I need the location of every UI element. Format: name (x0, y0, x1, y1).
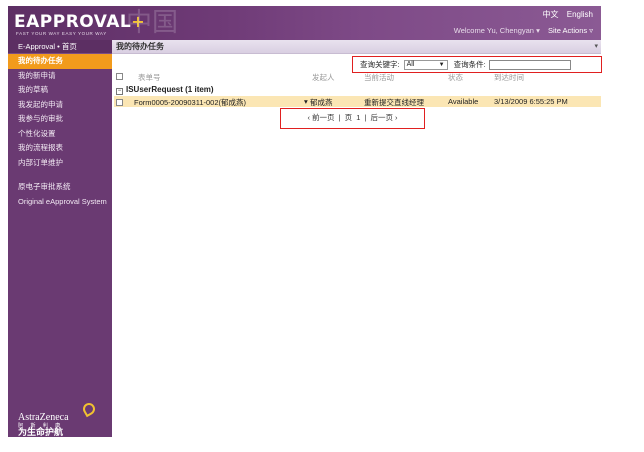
condition-label: 查询条件: (453, 60, 486, 69)
sidebar-item-personal-settings[interactable]: 个性化设置 (8, 127, 112, 142)
keyword-label: 查询关键字: (360, 60, 400, 69)
table-header: 表单号 发起人 当前活动 状态 到达时间 (114, 72, 599, 82)
keyword-select-value: All (406, 60, 415, 68)
sidebar: E-Approval • 首页 我的待办任务 我的新申请 我的草稿 我发起的申请… (8, 40, 112, 437)
row-initiator: 郁成燕 (310, 98, 333, 107)
pager-next-link[interactable]: 后一页 (371, 113, 394, 122)
sidebar-item-drafts[interactable]: 我的草稿 (8, 83, 112, 98)
pager-page-number: 1 (356, 113, 361, 122)
keyword-select[interactable]: All ▼ (403, 59, 448, 70)
main-content: 我的待办任务 ▾ 查询关键字: All ▼ 查询条件: 表单号 发起人 当前活动… (112, 40, 602, 437)
condition-input[interactable] (488, 59, 571, 70)
row-menu-arrow-icon[interactable]: ▾ (304, 97, 308, 106)
search-panel: 查询关键字: All ▼ 查询条件: (352, 56, 602, 73)
select-arrow-icon: ▼ (438, 61, 445, 68)
search-row: 查询关键字: All ▼ 查询条件: (360, 59, 571, 70)
sidebar-item-my-tasks[interactable]: 我的待办任务 (8, 54, 112, 69)
astrazeneca-swirl-icon (80, 400, 98, 418)
col-status[interactable]: 状态 (448, 72, 463, 83)
welcome-dropdown-icon[interactable]: ▾ (534, 26, 540, 35)
pager-prev-icon[interactable]: ‹ (307, 113, 310, 122)
sidebar-item-internal-orders[interactable]: 内部订单维护 (8, 156, 112, 171)
pager-page-label: 页 (344, 113, 353, 122)
group-label: ISUserRequest (1 item) (126, 85, 214, 94)
group-header[interactable]: − ISUserRequest (1 item) (116, 85, 214, 95)
col-activity[interactable]: 当前活动 (364, 72, 394, 83)
pager-separator: | (338, 113, 341, 122)
site-actions-chevron-icon: ▿ (587, 26, 593, 35)
lang-english-link[interactable]: English (567, 10, 593, 19)
logo-tagline: FAST YOUR WAY EASY YOUR WAY (16, 31, 107, 36)
pager-panel: ‹ 前一页 | 页 1 | 后一页 › (280, 108, 425, 129)
sidebar-item-legacy-en[interactable]: Original eApproval System (8, 195, 112, 210)
collapse-caret-icon[interactable]: ▾ (594, 40, 598, 54)
site-actions-label: Site Actions (547, 26, 588, 35)
col-form-no[interactable]: 表单号 (138, 72, 161, 83)
header-banner: EAPPROVAL+ FAST YOUR WAY EASY YOUR WAY 中… (8, 6, 601, 40)
welcome-user-menu[interactable]: Welcome Yu, Chengyan (454, 26, 534, 35)
row-status: Available (448, 97, 479, 106)
sidebar-item-new-request[interactable]: 我的新申请 (8, 69, 112, 84)
collapse-minus-icon[interactable]: − (116, 88, 123, 95)
checkbox-box (116, 99, 123, 106)
pager-prev-link[interactable]: 前一页 (312, 113, 335, 122)
sidebar-item-legacy-cn[interactable]: 原电子审批系统 (8, 180, 112, 195)
site-actions-menu[interactable]: Site Actions ▿ (548, 26, 593, 35)
row-activity: 重新提交直线经理 (364, 98, 424, 107)
lang-chinese-link[interactable]: 中文 (543, 10, 559, 19)
sidebar-home-link[interactable]: E-Approval • 首页 (8, 40, 112, 54)
row-arrival: 3/13/2009 6:55:25 PM (494, 97, 568, 106)
row-form-no-link[interactable]: Form0005-20090311-002(郁成燕) (134, 97, 246, 108)
pager-separator: | (364, 113, 367, 122)
sidebar-item-process-reports[interactable]: 我的流程报表 (8, 141, 112, 156)
sidebar-item-my-approvals[interactable]: 我参与的审批 (8, 112, 112, 127)
header-watermark: 中国 (126, 8, 179, 38)
col-arrival[interactable]: 到达时间 (494, 72, 524, 83)
col-initiator[interactable]: 发起人 (312, 72, 335, 83)
pager: ‹ 前一页 | 页 1 | 后一页 › (281, 112, 424, 123)
page-title-bar: 我的待办任务 ▾ (112, 40, 601, 54)
logo-text: EAPPROVAL (14, 12, 132, 32)
table-row[interactable]: Form0005-20090311-002(郁成燕) ▾ 郁成燕 重新提交直线经… (114, 96, 601, 107)
checkbox-box (116, 73, 123, 80)
brand-slogan: 为生命护航 (18, 427, 64, 437)
pager-next-icon[interactable]: › (395, 113, 398, 122)
page-title: 我的待办任务 (116, 42, 164, 51)
welcome-bar: Welcome Yu, Chengyan ▾ Site Actions ▿ (454, 26, 593, 35)
sidebar-item-my-submitted[interactable]: 我发起的申请 (8, 98, 112, 113)
language-switcher: 中文 English (537, 9, 593, 20)
